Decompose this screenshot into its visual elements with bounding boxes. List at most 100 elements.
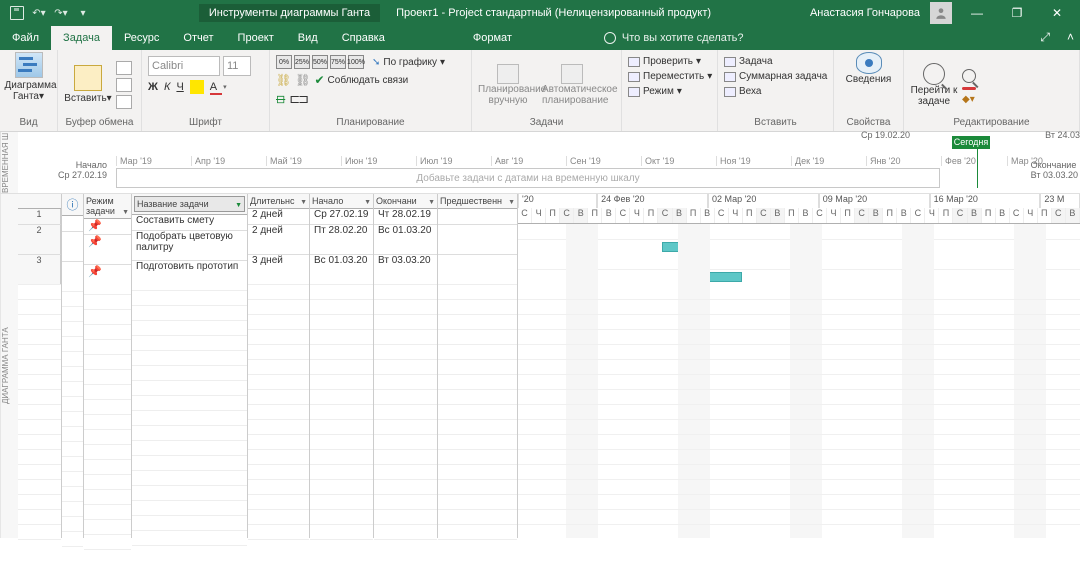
col-start[interactable]: Начало▼ — [310, 194, 373, 209]
row-num-1[interactable]: 1 — [18, 209, 61, 224]
pct-50-button[interactable]: 50% — [312, 55, 328, 69]
task-name-2[interactable]: Подобрать цветовую палитру — [132, 230, 247, 260]
group-view-label: Вид — [6, 117, 51, 129]
move-button[interactable]: Переместить ▾ — [628, 70, 712, 83]
task-table[interactable]: 1 2 3 ⓘ Режим задачи▼ 📌 📌 📌 Название зад… — [18, 194, 518, 538]
link-tasks-icon[interactable]: ⛓ — [276, 73, 291, 87]
tab-resource[interactable]: Ресурс — [112, 26, 171, 50]
group-font-label: Шрифт — [148, 117, 263, 129]
bold-button[interactable]: Ж — [148, 81, 158, 93]
timeline-track[interactable]: Добавьте задачи с датами на временную шк… — [116, 168, 940, 188]
task-end-3[interactable]: Вт 03.03.20 — [374, 254, 437, 284]
col-mode[interactable]: Режим задачи▼ — [84, 194, 131, 219]
group-tasks-label: Задачи — [478, 117, 615, 129]
task-dur-3[interactable]: 3 дней — [248, 254, 309, 284]
inspect-button[interactable]: Проверить ▾ — [628, 55, 701, 68]
milestone-button[interactable]: Веха — [724, 85, 761, 98]
on-schedule-button[interactable]: ➘По графику▾ — [372, 56, 445, 69]
auto-schedule-icon — [561, 64, 583, 84]
tab-help[interactable]: Справка — [330, 26, 397, 50]
col-end[interactable]: Окончани▼ — [374, 194, 437, 209]
pushpin-icon — [497, 64, 519, 84]
goto-task-button[interactable]: Перейти к задаче — [910, 63, 958, 107]
col-duration[interactable]: Длительнс▼ — [248, 194, 309, 209]
window-minimize-icon[interactable]: — — [962, 0, 992, 26]
unlink-tasks-icon[interactable]: ⛓ — [295, 73, 310, 87]
task-name-1[interactable]: Составить смету — [132, 215, 247, 230]
font-name-combo[interactable]: Calibri — [148, 56, 220, 76]
tab-project[interactable]: Проект — [226, 26, 286, 50]
document-title: Проект1 - Project стандартный (Нелицензи… — [396, 7, 711, 19]
inactivate-icon[interactable]: ⊟ — [276, 93, 285, 106]
undo-icon[interactable]: ↶▾ — [30, 4, 48, 22]
paste-button[interactable]: Вставить▾ — [64, 65, 112, 104]
pct-25-button[interactable]: 25% — [294, 55, 310, 69]
milestone-icon — [724, 87, 736, 97]
qat-customize-icon[interactable]: ▾ — [74, 4, 92, 22]
find-icon[interactable] — [962, 69, 976, 83]
task-start-1[interactable]: Ср 27.02.19 — [310, 209, 373, 224]
col-pred[interactable]: Предшественн▼ — [438, 194, 517, 209]
highlight-button[interactable] — [190, 80, 204, 94]
task-dur-1[interactable]: 2 дней — [248, 209, 309, 224]
ribbon-tabs: Файл Задача Ресурс Отчет Проект Вид Спра… — [0, 26, 1080, 50]
clear-icon[interactable] — [962, 87, 976, 90]
gantt-chart[interactable]: '20 24 Фев '20 02 Мар '20 09 Мар '20 16 … — [518, 194, 1080, 538]
copy-icon[interactable] — [116, 78, 132, 92]
tab-view[interactable]: Вид — [286, 26, 330, 50]
manual-schedule-button[interactable]: Планирование вручную — [478, 64, 538, 106]
row-num-3[interactable]: 3 — [18, 254, 61, 269]
redo-icon[interactable]: ↷▾ — [52, 4, 70, 22]
avatar[interactable] — [930, 2, 952, 24]
task-dur-2[interactable]: 2 дней — [248, 224, 309, 254]
task-start-3[interactable]: Вс 01.03.20 — [310, 254, 373, 284]
ribbon-collapse-icon[interactable]: ˄ — [1067, 30, 1074, 44]
insert-task-button[interactable]: Задача — [724, 55, 773, 68]
bulb-icon — [604, 32, 616, 44]
ribbon-display-options-icon[interactable]: ⤢ — [1040, 30, 1050, 45]
fill-icon[interactable]: ◆▾ — [962, 94, 976, 105]
tab-report[interactable]: Отчет — [171, 26, 225, 50]
task-mode-icon[interactable]: 📌 — [84, 264, 131, 294]
window-restore-icon[interactable]: ❐ — [1002, 0, 1032, 26]
cut-icon[interactable] — [116, 61, 132, 75]
font-size-combo[interactable]: 11 — [223, 56, 251, 76]
gantt-sidebar-label: ДИАГРАММА ГАНТА — [0, 194, 18, 538]
col-info[interactable]: ⓘ — [62, 194, 83, 216]
row-num-2[interactable]: 2 — [18, 224, 61, 239]
task-end-1[interactable]: Чт 28.02.19 — [374, 209, 437, 224]
week-label: 23 М — [1040, 194, 1080, 208]
details-button[interactable]: Сведения — [845, 52, 893, 85]
underline-button[interactable]: Ч — [176, 81, 183, 93]
group-properties-label: Свойства — [840, 117, 897, 129]
timeline-start-date: Ср 27.02.19 — [58, 170, 107, 180]
save-icon[interactable] — [8, 4, 26, 22]
italic-button[interactable]: К — [164, 81, 170, 93]
font-color-button[interactable]: А — [210, 81, 217, 93]
gantt-chart-button[interactable]: Диаграмма Ганта▾ — [5, 52, 53, 102]
respect-links-button[interactable]: ✔Соблюдать связи — [314, 72, 408, 88]
split-task-icon[interactable]: ⊏⊐ — [289, 91, 307, 107]
tab-file[interactable]: Файл — [0, 26, 51, 50]
pct-75-button[interactable]: 75% — [330, 55, 346, 69]
format-painter-icon[interactable] — [116, 95, 132, 109]
tab-task[interactable]: Задача — [51, 26, 112, 50]
task-mode-icon[interactable]: 📌 — [84, 234, 131, 264]
pct-0-button[interactable]: 0% — [276, 55, 292, 69]
task-name-3[interactable]: Подготовить прототип — [132, 260, 247, 290]
mode-button[interactable]: Режим ▾ — [628, 85, 682, 98]
summary-icon — [724, 72, 736, 82]
tell-me-search[interactable]: Что вы хотите сделать? — [604, 26, 744, 50]
week-label: '20 — [518, 194, 597, 208]
tab-format[interactable]: Формат — [461, 26, 524, 50]
inspect-icon — [628, 57, 640, 67]
col-name[interactable]: Название задачи▼ — [132, 194, 247, 215]
summary-task-button[interactable]: Суммарная задача — [724, 70, 827, 83]
task-end-2[interactable]: Вс 01.03.20 — [374, 224, 437, 254]
auto-schedule-button[interactable]: Автоматическое планирование — [542, 64, 602, 106]
task-start-2[interactable]: Пт 28.02.20 — [310, 224, 373, 254]
details-icon — [856, 52, 882, 74]
window-close-icon[interactable]: ✕ — [1042, 0, 1072, 26]
pct-100-button[interactable]: 100% — [348, 55, 364, 69]
task-mode-icon[interactable]: 📌 — [84, 219, 131, 234]
